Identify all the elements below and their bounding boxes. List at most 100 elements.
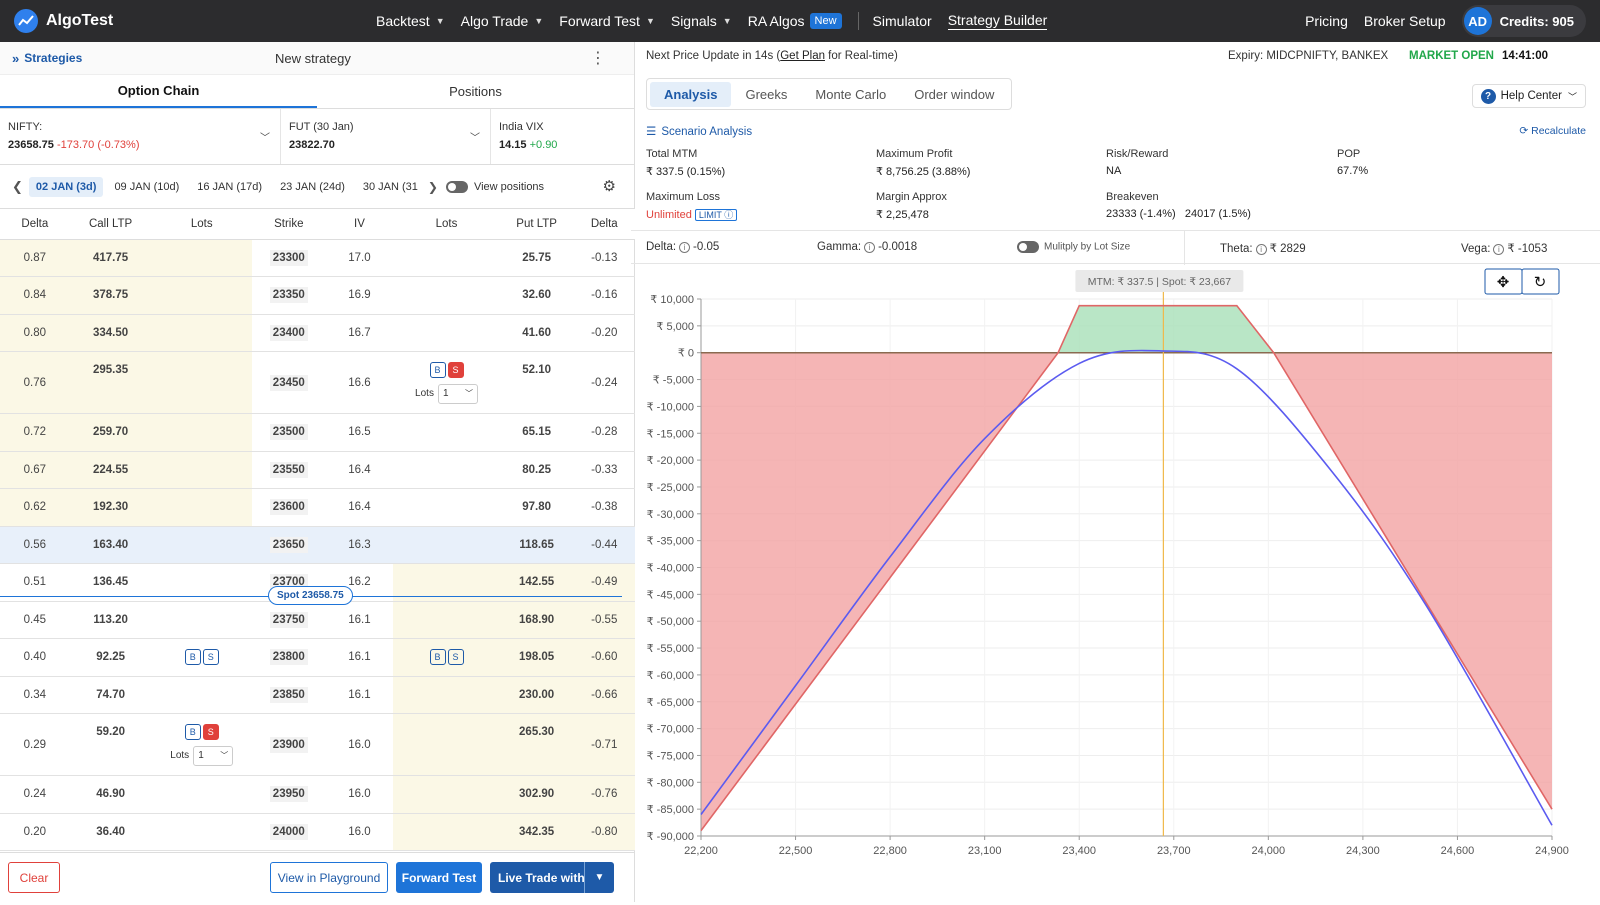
tab-option-chain[interactable]: Option Chain	[0, 75, 317, 108]
put-lots-cell[interactable]	[393, 276, 500, 315]
put-ltp[interactable]: 342.35	[499, 813, 574, 851]
put-ltp[interactable]: 65.15	[499, 413, 574, 452]
view-in-playground-button[interactable]: View in Playground	[270, 862, 388, 893]
call-ltp[interactable]: 334.50	[69, 314, 152, 352]
call-lots-cell[interactable]	[151, 314, 252, 352]
put-ltp[interactable]: 80.25	[499, 451, 574, 489]
help-center-dropdown[interactable]: ? Help Center ﹀	[1471, 84, 1586, 108]
nav-strategy-builder[interactable]: Strategy Builder	[947, 12, 1048, 30]
put-lots-cell[interactable]	[393, 601, 500, 639]
table-row[interactable]: 0.56 163.40 23650 16.3 118.65 -0.44	[0, 526, 635, 564]
put-ltp[interactable]: 230.00	[499, 676, 574, 714]
payoff-chart[interactable]: ₹ 10,000 ₹ 5,000 ₹ 0 ₹ -5,000 ₹ -10,000 ₹ -15…	[636, 266, 1600, 902]
put-lots-cell[interactable]	[393, 775, 500, 814]
table-row[interactable]: 0.29 59.20 B S Lots 1 ﹀ 23900 16.0 265.30 -0.71	[0, 713, 635, 776]
table-row[interactable]: 0.34 74.70 23850 16.1 230.00 -0.66	[0, 676, 635, 714]
call-ltp[interactable]: 163.40	[69, 526, 152, 564]
call-ltp[interactable]: 259.70	[69, 413, 152, 452]
sell-button[interactable]: S	[447, 361, 464, 378]
put-lots-cell[interactable]	[393, 413, 500, 452]
call-lots-cell[interactable]	[151, 775, 252, 814]
info-icon[interactable]: i	[679, 242, 691, 253]
sell-button[interactable]: S	[447, 649, 464, 666]
call-lots-cell[interactable]	[151, 813, 252, 851]
credits-pill[interactable]: AD Credits: 905	[1461, 5, 1586, 37]
clear-button[interactable]: Clear	[8, 862, 60, 893]
nav-simulator[interactable]: Simulator	[873, 13, 932, 29]
put-lots-cell[interactable]	[393, 239, 500, 277]
put-lots-cell[interactable]	[393, 526, 500, 564]
put-lots-cell[interactable]	[393, 713, 500, 776]
info-icon[interactable]: i	[1493, 244, 1505, 255]
multiply-lot-toggle[interactable]	[1017, 241, 1039, 253]
table-row[interactable]: 0.80 334.50 23400 16.7 41.60 -0.20	[0, 314, 635, 352]
nav-pricing[interactable]: Pricing	[1305, 13, 1348, 29]
call-lots-cell[interactable]	[151, 451, 252, 489]
expiry-tab[interactable]: 30 JAN (31	[356, 177, 424, 197]
call-lots-cell[interactable]	[151, 276, 252, 315]
call-ltp[interactable]: 59.20	[69, 713, 152, 776]
nav-backtest[interactable]: Backtest ▼	[376, 13, 445, 29]
view-positions-toggle[interactable]	[445, 180, 468, 193]
buy-button[interactable]: B	[184, 649, 201, 666]
put-lots-cell[interactable]	[393, 676, 500, 714]
tab-order-window[interactable]: Order window	[900, 82, 1008, 107]
call-ltp[interactable]: 36.40	[69, 813, 152, 851]
call-lots-cell[interactable]	[151, 413, 252, 452]
put-ltp[interactable]: 168.90	[499, 601, 574, 639]
tab-positions[interactable]: Positions	[317, 75, 634, 108]
put-lots-cell[interactable]	[393, 314, 500, 352]
forward-test-button[interactable]: Forward Test	[396, 862, 482, 893]
table-row[interactable]: 0.62 192.30 23600 16.4 97.80 -0.38	[0, 488, 635, 527]
call-lots-cell[interactable]	[151, 601, 252, 639]
lots-select[interactable]: Lots 1 ﹀	[393, 383, 500, 404]
gear-icon[interactable]: ⚙	[603, 177, 616, 195]
put-ltp[interactable]: 97.80	[499, 488, 574, 527]
table-row[interactable]: 0.87 417.75 23300 17.0 25.75 -0.13	[0, 239, 635, 277]
nav-forward-test[interactable]: Forward Test ▼	[559, 13, 655, 29]
table-row[interactable]: 0.67 224.55 23550 16.4 80.25 -0.33	[0, 451, 635, 489]
call-lots-cell[interactable]: B S Lots 1 ﹀	[151, 713, 252, 776]
get-plan-link[interactable]: Get Plan	[780, 50, 825, 62]
nav-broker-setup[interactable]: Broker Setup	[1364, 13, 1446, 29]
expiry-tab[interactable]: 16 JAN (17d)	[190, 177, 269, 197]
expiry-tab[interactable]: 09 JAN (10d)	[107, 177, 186, 197]
put-ltp[interactable]: 25.75	[499, 239, 574, 277]
call-ltp[interactable]: 74.70	[69, 676, 152, 714]
buy-button[interactable]: B	[429, 361, 446, 378]
table-row[interactable]: 0.84 378.75 23350 16.9 32.60 -0.16	[0, 276, 635, 315]
table-row[interactable]: 0.24 46.90 23950 16.0 302.90 -0.76	[0, 775, 635, 814]
call-lots-cell[interactable]	[151, 239, 252, 277]
expiry-tab[interactable]: 02 JAN (3d)	[28, 176, 104, 197]
chevron-down-icon[interactable]: ▼	[584, 862, 614, 893]
nifty-quote[interactable]: NIFTY: 23658.75 -173.70 (-0.73%) ﹀	[0, 109, 281, 164]
scenario-analysis-link[interactable]: ☰ Scenario Analysis	[646, 124, 752, 138]
call-lots-cell[interactable]	[151, 676, 252, 714]
tab-greeks[interactable]: Greeks	[731, 82, 801, 107]
futures-quote[interactable]: FUT (30 Jan) 23822.70 ﹀	[281, 109, 491, 164]
table-row[interactable]: 0.40 92.25 B S 23800 16.1 B S 198.05 -0.60	[0, 638, 635, 677]
put-lots-cell[interactable]: B S Lots 1 ﹀	[393, 351, 500, 414]
put-ltp[interactable]: 41.60	[499, 314, 574, 352]
chevron-right-icon[interactable]: ❯	[428, 180, 438, 194]
put-ltp[interactable]: 302.90	[499, 775, 574, 814]
nav-ra-algos[interactable]: RA Algos New	[748, 13, 842, 29]
nav-algo-trade[interactable]: Algo Trade ▼	[461, 13, 544, 29]
brand-logo[interactable]: AlgoTest	[14, 9, 344, 33]
live-trade-button[interactable]: Live Trade with ▼	[490, 862, 614, 893]
avatar[interactable]: AD	[1463, 7, 1492, 35]
put-ltp[interactable]: 118.65	[499, 526, 574, 564]
kebab-menu-icon[interactable]: ⋮	[590, 48, 606, 68]
expiry-tab[interactable]: 23 JAN (24d)	[273, 177, 352, 197]
call-lots-cell[interactable]: BS	[151, 638, 252, 677]
call-lots-cell[interactable]	[151, 488, 252, 527]
sell-button[interactable]: S	[202, 723, 219, 740]
table-row[interactable]: 0.20 36.40 24000 16.0 342.35 -0.80	[0, 813, 635, 851]
table-row[interactable]: 0.45 113.20 23750 16.1 168.90 -0.55	[0, 601, 635, 639]
put-lots-cell[interactable]: BS	[393, 638, 500, 677]
info-icon[interactable]: i	[1255, 244, 1267, 255]
put-ltp[interactable]: 265.30	[499, 713, 574, 776]
nav-signals[interactable]: Signals ▼	[671, 13, 732, 29]
recalculate-button[interactable]: ⟳ Recalculate	[1519, 125, 1586, 137]
put-lots-cell[interactable]	[393, 488, 500, 527]
